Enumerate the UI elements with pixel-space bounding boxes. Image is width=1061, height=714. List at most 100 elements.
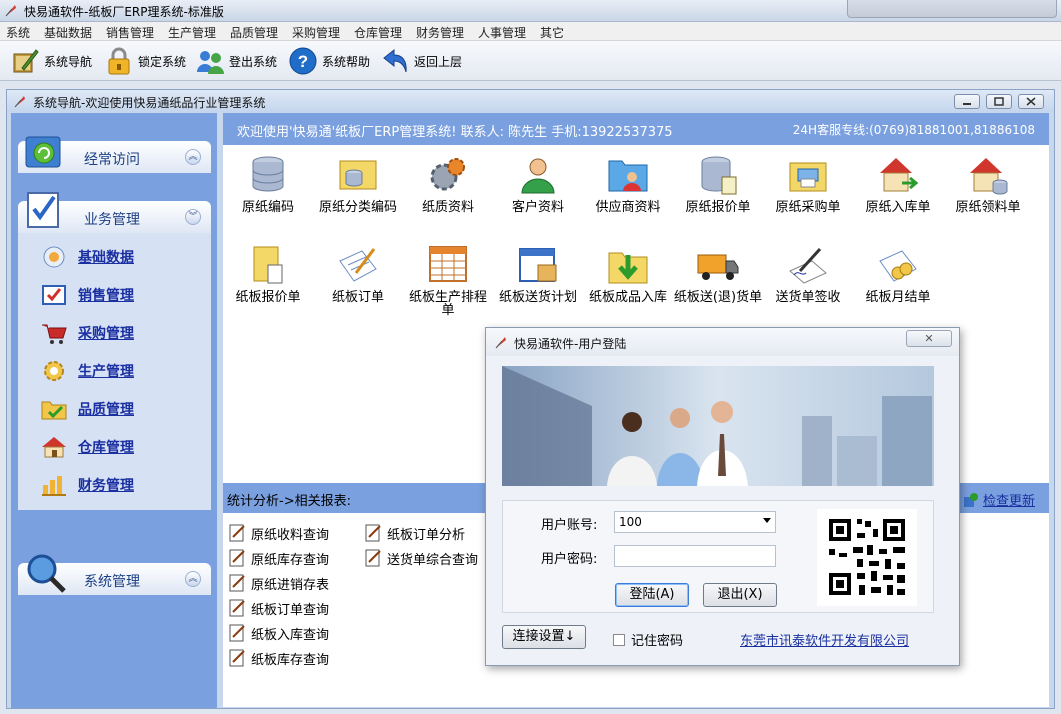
module-label: 原纸领料单 <box>955 200 1021 215</box>
toolbar: 系统导航 锁定系统 登出系统 ? 系统帮助 返回上层 <box>0 41 1061 81</box>
module-board-monthly-statement[interactable]: 纸板月结单 <box>853 243 943 323</box>
module-delivery-sign[interactable]: 送货单签收 <box>763 243 853 323</box>
folder-database-icon <box>339 160 377 190</box>
sidebar-item-quality[interactable]: 品质管理 <box>40 397 134 421</box>
report-title: 统计分析->相关报表: <box>227 494 351 509</box>
help-button[interactable]: ? 系统帮助 <box>288 45 370 77</box>
module-raw-paper-code[interactable]: 原纸编码 <box>223 153 313 233</box>
menu-production[interactable]: 生产管理 <box>168 24 216 41</box>
report-board-inbound[interactable]: 纸板入库查询 <box>227 622 329 644</box>
module-label: 纸板送货计划 <box>498 290 577 305</box>
menu-system[interactable]: 系统 <box>6 24 30 41</box>
password-input[interactable] <box>614 545 776 567</box>
window-controls[interactable] <box>847 0 1057 18</box>
remember-password-checkbox[interactable]: 记住密码 <box>613 630 683 649</box>
module-board-delivery-plan[interactable]: 纸板送货计划 <box>493 243 583 323</box>
report-raw-receiving[interactable]: 原纸收料查询 <box>227 522 329 544</box>
menu-finance[interactable]: 财务管理 <box>416 24 464 41</box>
business-label: 业务管理 <box>84 212 140 228</box>
module-board-delivery-return[interactable]: 纸板送(退)货单 <box>673 243 763 323</box>
module-customer[interactable]: 客户资料 <box>493 153 583 233</box>
business-people-banner-image <box>502 366 934 486</box>
menu-hr[interactable]: 人事管理 <box>478 24 526 41</box>
collapse-icon[interactable]: ︽ <box>185 571 201 587</box>
frequent-header[interactable]: 经常访问 ︽ <box>18 136 211 173</box>
module-raw-paper-quote[interactable]: 原纸报价单 <box>673 153 763 233</box>
menu-sales[interactable]: 销售管理 <box>106 24 154 41</box>
account-select[interactable]: 100 <box>614 511 776 533</box>
feather-icon <box>14 96 25 108</box>
users-icon <box>197 51 224 74</box>
check-update-link[interactable]: 检查更新 <box>963 490 1035 509</box>
sidebar-item-label: 采购管理 <box>78 326 134 342</box>
sidebar-item-sales[interactable]: 销售管理 <box>40 283 134 307</box>
notepad-coins-icon <box>879 250 917 282</box>
report-raw-inventory[interactable]: 原纸进销存表 <box>227 572 329 594</box>
menu-warehouse[interactable]: 仓库管理 <box>354 24 402 41</box>
collapse-icon[interactable]: ︽ <box>185 149 201 165</box>
module-label: 纸板成品入库 <box>588 290 667 305</box>
spreadsheet-icon <box>429 246 467 282</box>
module-label: 纸板月结单 <box>865 290 931 305</box>
module-board-finished-inbound[interactable]: 纸板成品入库 <box>583 243 673 323</box>
dialog-close-button[interactable]: ✕ <box>906 330 952 347</box>
app-feather-icon <box>5 5 16 17</box>
close-button[interactable] <box>1018 94 1044 109</box>
dropdown-arrow-icon[interactable] <box>763 518 771 523</box>
window-title: 快易通软件-纸板厂ERP理系统-标准版 <box>24 5 224 19</box>
login-dialog: 快易通软件-用户登陆 ✕ 用户账号: 100 用户密码: 登陆(A) 退出(X) <box>485 327 960 666</box>
report-board-order-analysis[interactable]: 纸板订单分析 <box>363 522 465 544</box>
sidebar-item-base-data[interactable]: 基础数据 <box>40 245 134 269</box>
module-raw-paper-purchase[interactable]: 原纸采购单 <box>763 153 853 233</box>
module-raw-paper-inbound[interactable]: 原纸入库单 <box>853 153 943 233</box>
report-delivery-summary[interactable]: 送货单综合查询 <box>363 547 478 569</box>
lock-system-label: 锁定系统 <box>138 54 187 69</box>
login-button[interactable]: 登陆(A) <box>615 583 689 607</box>
module-board-scheduling[interactable]: 纸板生产排程单 <box>403 243 493 323</box>
shopping-cart-icon <box>42 324 67 344</box>
report-board-order[interactable]: 纸板订单查询 <box>227 597 329 619</box>
module-raw-paper-requisition[interactable]: 原纸领料单 <box>943 153 1033 233</box>
sidebar-item-finance[interactable]: 财务管理 <box>40 473 134 497</box>
check-update-label: 检查更新 <box>982 494 1035 509</box>
report-pen-icon <box>365 549 381 567</box>
checkbox-box[interactable] <box>613 633 625 646</box>
login-dialog-titlebar: 快易通软件-用户登陆 ✕ <box>486 328 959 356</box>
report-board-stock[interactable]: 纸板库存查询 <box>227 647 329 669</box>
exit-button[interactable]: 退出(X) <box>703 583 777 607</box>
back-button[interactable]: 返回上层 <box>380 45 462 77</box>
module-board-quote[interactable]: 纸板报价单 <box>223 243 313 323</box>
qr-code-image <box>817 509 917 606</box>
folder-person-icon <box>608 160 648 192</box>
restore-button[interactable] <box>986 94 1012 109</box>
minimize-button[interactable] <box>954 94 980 109</box>
module-raw-paper-category[interactable]: 原纸分类编码 <box>313 153 403 233</box>
expand-icon[interactable]: ︾ <box>185 209 201 225</box>
sidebar-item-purchase[interactable]: 采购管理 <box>40 321 134 345</box>
company-link[interactable]: 东莞市讯泰软件开发有限公司 <box>740 630 909 649</box>
module-supplier[interactable]: 供应商资料 <box>583 153 673 233</box>
report-raw-stock[interactable]: 原纸库存查询 <box>227 547 329 569</box>
menu-quality[interactable]: 品质管理 <box>230 24 278 41</box>
connection-settings-button[interactable]: 连接设置↓ <box>502 625 586 649</box>
menu-bar: 系统 基础数据 销售管理 生产管理 品质管理 采购管理 仓库管理 财务管理 人事… <box>0 22 1061 41</box>
sidebar-item-production[interactable]: 生产管理 <box>40 359 134 383</box>
menu-other[interactable]: 其它 <box>540 24 564 41</box>
report-pen-icon <box>229 649 245 667</box>
lock-system-button[interactable]: 锁定系统 <box>104 45 186 77</box>
logout-button[interactable]: 登出系统 <box>195 45 277 77</box>
menu-purchase[interactable]: 采购管理 <box>292 24 340 41</box>
password-label: 用户密码: <box>541 552 598 567</box>
gears-icon <box>43 246 65 268</box>
document-calculator-icon <box>253 246 283 284</box>
sidebar-item-warehouse[interactable]: 仓库管理 <box>40 435 134 459</box>
account-value: 100 <box>619 515 642 529</box>
module-paper-material[interactable]: 纸质资料 <box>403 153 493 233</box>
system-nav-button[interactable]: 系统导航 <box>10 45 92 77</box>
business-header[interactable]: 业务管理 ︾ <box>18 192 211 233</box>
calendar-box-icon <box>519 248 557 282</box>
menu-base-data[interactable]: 基础数据 <box>44 24 92 41</box>
help-label: 系统帮助 <box>322 54 371 69</box>
system-header[interactable]: 系统管理 ︽ <box>18 554 211 595</box>
module-board-order[interactable]: 纸板订单 <box>313 243 403 323</box>
